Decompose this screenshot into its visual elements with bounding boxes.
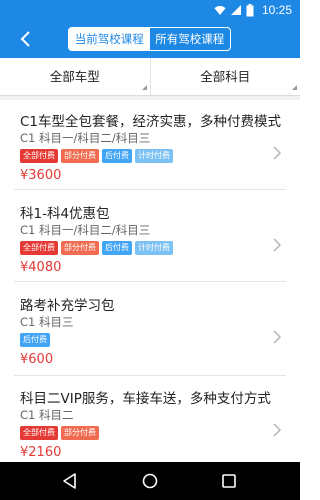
subject-filter[interactable]: 全部科目 [151, 58, 301, 95]
filter-bar: 全部车型 全部科目 [0, 58, 300, 96]
course-title: C1车型全包套餐，经济实惠，多种付费模式 [20, 114, 282, 130]
vehicle-type-filter[interactable]: 全部车型 [0, 58, 151, 95]
course-price: ¥3600 [20, 168, 62, 183]
course-price: ¥2160 [20, 445, 62, 460]
square-recent-icon[interactable] [219, 471, 239, 491]
tag-timed-payment: 计时付费 [135, 241, 173, 255]
system-nav-bar [0, 462, 300, 500]
course-title: 科1-科4优惠包 [20, 206, 110, 222]
course-item[interactable]: C1车型全包套餐，经济实惠，多种付费模式 C1 科目一/科目二/科目三 全部付费… [0, 110, 300, 188]
course-title: 路考补充学习包 [20, 298, 115, 314]
course-price: ¥4080 [20, 260, 62, 275]
payment-tags: 全部付费 部分付费 后付费 计时付费 [20, 149, 173, 163]
status-time: 10:25 [261, 3, 292, 17]
status-icons: 10:25 [214, 2, 292, 18]
tag-full-payment: 全部付费 [20, 149, 58, 163]
tag-partial-payment: 部分付费 [61, 149, 99, 163]
dropdown-corner-icon [292, 85, 297, 90]
vehicle-type-filter-label: 全部车型 [49, 69, 100, 84]
back-button[interactable] [14, 28, 36, 50]
payment-tags: 全部付费 部分付费 后付费 计时付费 [20, 241, 173, 255]
course-item[interactable]: 科1-科4优惠包 C1 科目一/科目二/科目三 全部付费 部分付费 后付费 计时… [0, 202, 300, 280]
dropdown-corner-icon [141, 85, 147, 90]
course-title: 科目二VIP服务，车接车送，多种支付方式 [20, 391, 271, 407]
chevron-right-icon [273, 423, 282, 437]
tag-post-payment: 后付费 [102, 149, 132, 163]
chevron-right-icon [273, 238, 282, 252]
arrow-left-icon [20, 31, 30, 47]
tag-full-payment: 全部付费 [20, 426, 58, 440]
course-item[interactable]: 科目二VIP服务，车接车送，多种支付方式 C1 科目二 全部付费 部分付费 ¥2… [0, 387, 300, 461]
triangle-back-icon[interactable] [60, 471, 80, 491]
tag-partial-payment: 部分付费 [61, 426, 99, 440]
tab-current-school-courses[interactable]: 当前驾校课程 [69, 28, 150, 50]
signal-icon [230, 5, 241, 15]
section-gap [0, 96, 300, 100]
course-subjects: C1 科目二 [20, 408, 74, 422]
chevron-right-icon [273, 330, 282, 344]
course-subjects: C1 科目一/科目二/科目三 [20, 223, 151, 237]
app-bar: 当前驾校课程 所有驾校课程 [0, 20, 300, 58]
subject-filter-label: 全部科目 [200, 69, 251, 84]
tab-all-school-courses[interactable]: 所有驾校课程 [150, 28, 231, 50]
battery-icon [246, 3, 254, 16]
tag-post-payment: 后付费 [20, 333, 50, 347]
payment-tags: 后付费 [20, 333, 50, 347]
chevron-right-icon [273, 146, 282, 160]
row-divider [14, 375, 286, 376]
tag-post-payment: 后付费 [102, 241, 132, 255]
tag-partial-payment: 部分付费 [61, 241, 99, 255]
course-price: ¥600 [20, 352, 54, 367]
row-divider [14, 189, 286, 190]
row-divider [14, 281, 286, 282]
wifi-icon [214, 6, 226, 15]
course-subjects: C1 科目一/科目二/科目三 [20, 131, 151, 145]
course-scope-toggle: 当前驾校课程 所有驾校课程 [68, 27, 231, 51]
course-item[interactable]: 路考补充学习包 C1 科目三 后付费 ¥600 [0, 294, 300, 372]
circle-home-icon[interactable] [140, 471, 160, 491]
tag-timed-payment: 计时付费 [135, 149, 173, 163]
tag-full-payment: 全部付费 [20, 241, 58, 255]
status-bar: 10:25 [0, 0, 300, 20]
course-subjects: C1 科目三 [20, 315, 74, 329]
payment-tags: 全部付费 部分付费 [20, 426, 99, 440]
